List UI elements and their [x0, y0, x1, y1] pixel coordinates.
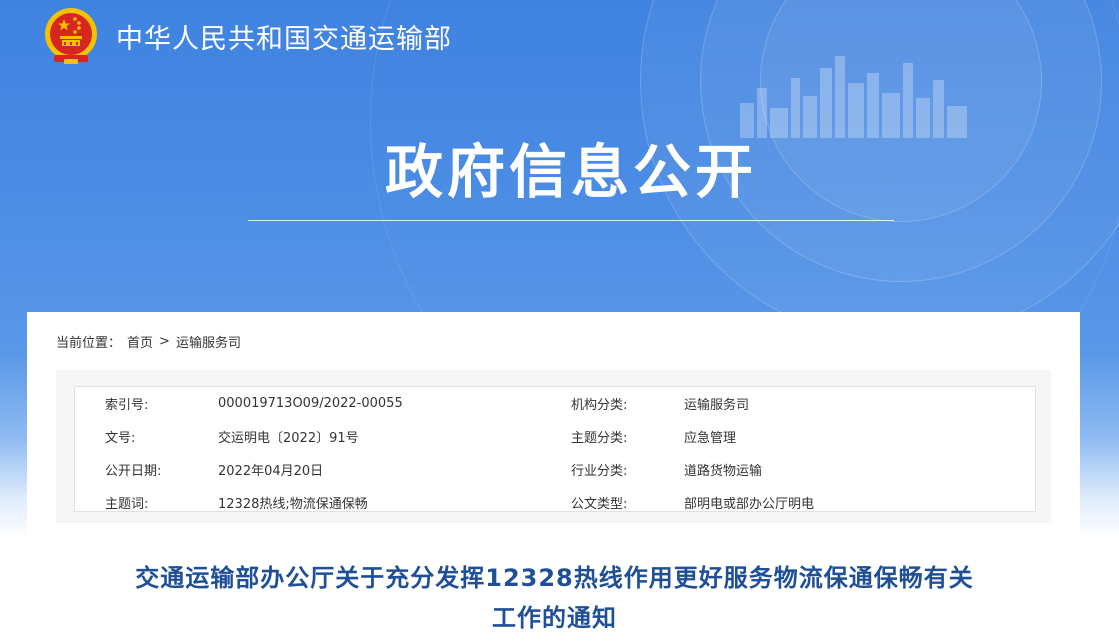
meta-key: 行业分类: — [571, 464, 628, 479]
meta-key: 主题分类: — [571, 431, 628, 446]
metadata-box: 索引号: 000019713O09/2022-00055 机构分类: 运输服务司… — [56, 370, 1051, 523]
meta-key: 文号: — [105, 431, 136, 446]
content-panel: 当前位置： 首页 > 运输服务司 索引号: 000019713O09/2022-… — [27, 312, 1080, 643]
meta-key: 索引号: — [105, 398, 149, 413]
site-name[interactable]: 中华人民共和国交通运输部 — [116, 17, 452, 56]
site-header: 中华人民共和国交通运输部 — [40, 4, 452, 68]
breadcrumb-home-link[interactable]: 首页 — [127, 332, 153, 351]
section-title: 政府信息公开 — [384, 138, 757, 206]
document-title-line: 交通运输部办公厅关于充分发挥12328热线作用更好服务物流保通保畅有关 — [135, 564, 974, 592]
breadcrumb-transport-service-link[interactable]: 运输服务司 — [176, 332, 241, 351]
meta-value: 2022年04月20日 — [218, 464, 324, 479]
meta-key: 主题词: — [105, 497, 149, 512]
meta-value: 交运明电〔2022〕91号 — [218, 431, 359, 446]
metadata-table: 索引号: 000019713O09/2022-00055 机构分类: 运输服务司… — [74, 386, 1036, 512]
breadcrumb: 当前位置： 首页 > 运输服务司 — [56, 332, 241, 351]
meta-value: 部明电或部办公厅明电 — [684, 497, 815, 512]
title-divider — [248, 220, 894, 221]
national-emblem-icon[interactable] — [40, 5, 102, 67]
table-row: 公开日期: 2022年04月20日 行业分类: 道路货物运输 — [75, 453, 1035, 486]
meta-value: 运输服务司 — [684, 398, 750, 413]
meta-key: 公开日期: — [105, 464, 162, 479]
breadcrumb-separator: > — [159, 334, 170, 349]
table-row: 文号: 交运明电〔2022〕91号 主题分类: 应急管理 — [75, 420, 1035, 453]
meta-key: 公文类型: — [571, 497, 628, 512]
document-title-line: 工作的通知 — [492, 604, 617, 632]
table-row: 主题词: 12328热线;物流保通保畅 公文类型: 部明电或部办公厅明电 — [75, 486, 1035, 519]
table-row: 索引号: 000019713O09/2022-00055 机构分类: 运输服务司 — [75, 387, 1035, 420]
breadcrumb-label: 当前位置： — [56, 336, 122, 351]
meta-key: 机构分类: — [571, 398, 628, 413]
meta-value: 000019713O09/2022-00055 — [218, 396, 403, 411]
document-title: 交通运输部办公厅关于充分发挥12328热线作用更好服务物流保通保畅有关 工作的通… — [67, 558, 1042, 638]
city-skyline-icon — [740, 56, 967, 138]
meta-value: 应急管理 — [684, 431, 737, 446]
meta-value: 道路货物运输 — [684, 464, 763, 479]
meta-value: 12328热线;物流保通保畅 — [218, 497, 368, 512]
